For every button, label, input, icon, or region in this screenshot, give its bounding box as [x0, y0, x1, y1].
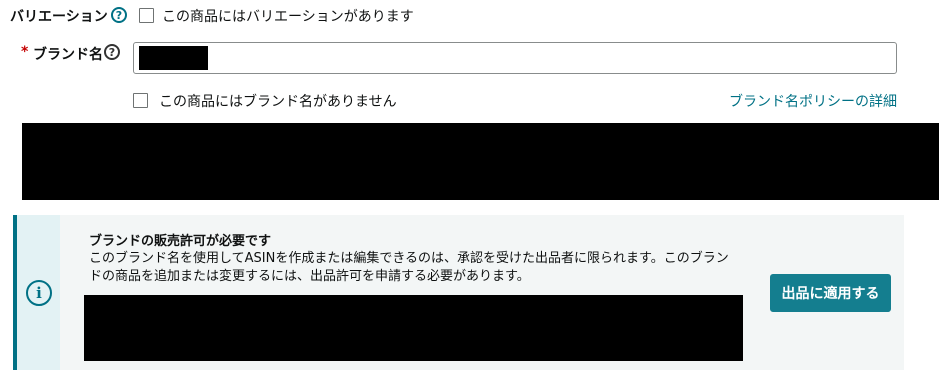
required-asterisk: *: [21, 44, 29, 60]
brand-approval-alert: i ブランドの販売許可が必要です このブランド名を使用してASINを作成または編…: [13, 215, 904, 370]
redacted-alert-block: [84, 295, 743, 361]
brand-name-label: ブランド名: [33, 47, 103, 63]
alert-body-line2: ドの商品を追加または変更するには、出品許可を申請する必要があります。: [89, 269, 530, 284]
redacted-block: [22, 123, 939, 200]
question-circle-icon[interactable]: ?: [104, 44, 120, 60]
redacted-brand-value: [139, 46, 208, 70]
apply-to-sell-button[interactable]: 出品に適用する: [770, 274, 891, 312]
brand-policy-link[interactable]: ブランド名ポリシーの詳細: [729, 91, 897, 111]
variation-label: バリエーション: [10, 9, 108, 25]
info-circle-icon: i: [26, 280, 52, 306]
alert-body-line1: このブランド名を使用してASINを作成または編集できるのは、承認を受けた出品者に…: [89, 251, 729, 266]
alert-title: ブランドの販売許可が必要です: [89, 234, 272, 249]
variation-checkbox[interactable]: [139, 8, 154, 23]
brand-name-input[interactable]: [133, 42, 897, 74]
no-brand-checkbox-label[interactable]: この商品にはブランド名がありません: [159, 91, 397, 111]
question-circle-icon[interactable]: ?: [111, 7, 127, 23]
no-brand-checkbox[interactable]: [133, 93, 148, 108]
variation-checkbox-label[interactable]: この商品にはバリエーションがあります: [162, 6, 414, 26]
